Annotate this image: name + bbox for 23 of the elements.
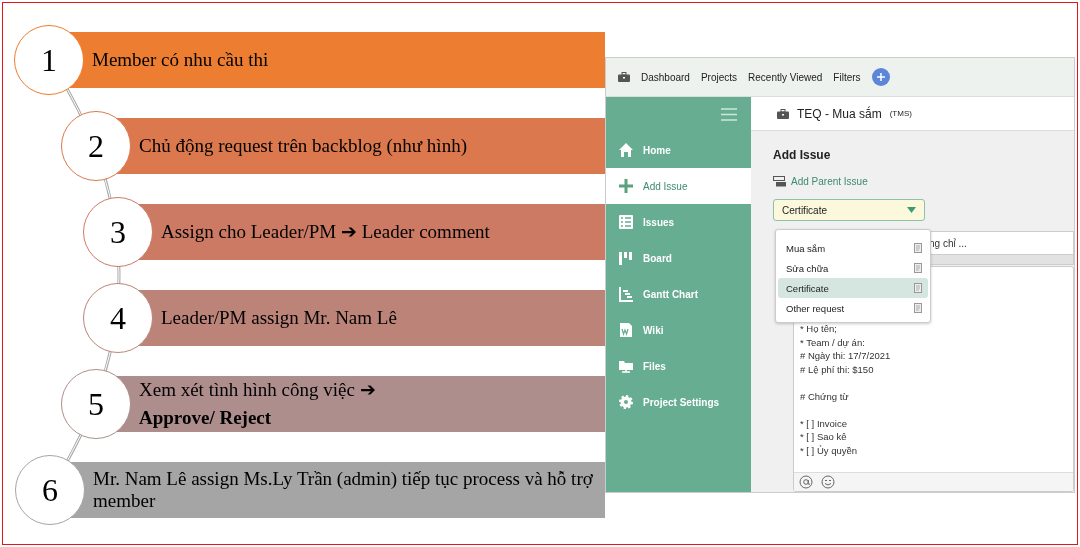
step-number: 6 [15,455,85,525]
step-number: 4 [83,283,153,353]
project-key: (TMS) [889,109,912,118]
step-text: Leader/PM assign Mr. Nam Lê [161,307,397,329]
step-number: 1 [14,25,84,95]
description-line: * Team / dự án: [800,335,866,349]
page-heading: Add Issue [773,148,832,162]
step-number: 2 [61,111,131,181]
project-name: TEQ - Mua sắm [797,106,882,121]
step-number: 5 [61,369,131,439]
step-text: Member có nhu cầu thi [92,49,269,71]
description-line: # Ngày thi: 17/7/2021 [800,349,892,363]
step-text: Chủ động request trên backblog (như hình) [139,135,467,157]
description-line: * Họ tên; [800,322,838,336]
description-line: * [ ] Invoice [800,416,848,430]
description-line: # Chứng từ [800,389,850,403]
description-line: * [ ] Sao kê [800,430,848,444]
step-text: Mr. Nam Lê assign Ms.Ly Trần (admin) tiếp tục process và hỗ trợ member [93,468,594,512]
step-number: 3 [83,197,153,267]
step-text: Assign cho Leader/PM ➔ Leader comment [161,221,490,243]
description-line: # Lệ phí thi: $150 [800,362,875,376]
step-text: Xem xét tình hình công việc ➔ Approve/ Reject [139,378,377,430]
description-line: * [ ] Ủy quyền [800,443,859,457]
